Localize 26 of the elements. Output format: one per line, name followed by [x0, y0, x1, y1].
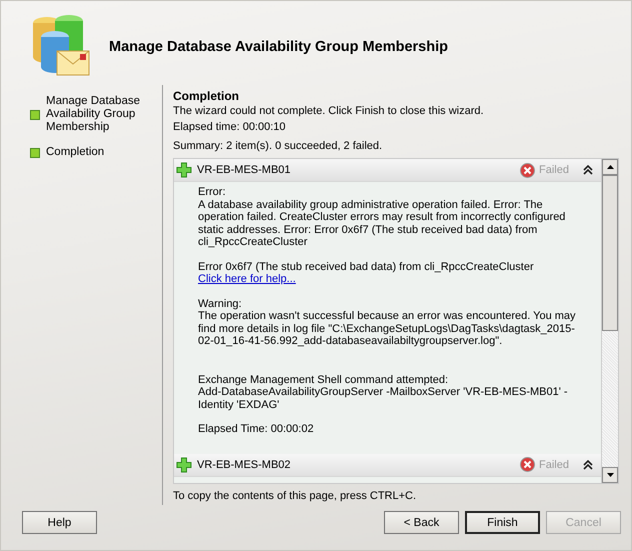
- detail-text: A database availability group administrative operation failed. Error: The operation failed. CreateCluster errors may result from incorrectly configured static addresses. Error: Error 0x6f7 (The stub received bad data) from cli_RpccCreateCluster: [198, 198, 566, 248]
- detail-text: Warning:: [198, 298, 243, 310]
- detail-text: Exchange Management Shell command attempted:: [198, 374, 450, 386]
- detail-text: Elapsed Time: 00:00:02: [198, 423, 315, 436]
- server-name: VR-EB-MES-MB01: [197, 164, 292, 176]
- result-header[interactable]: VR-EB-MES-MB02 Failed: [174, 454, 601, 476]
- detail-text: The operation wasn't successful because an error was encountered. You may find more details in log file "C:\ExchangeSetupLogs\DagTasks\dagtask_2015-02-01_16-41-56.992_add-databaseavailabiltygroupserver.log".: [198, 310, 577, 348]
- detail-text: Error 0x6f7 (The stub received bad data) from cli_RpccCreateCluster: [198, 260, 535, 273]
- summary-text: Summary: 2 item(s). 0 succeeded, 2 failed.: [173, 139, 384, 154]
- server-name: VR-EB-MES-MB02: [197, 458, 292, 470]
- page-heading: Completion: [173, 89, 240, 103]
- copy-hint: To copy the contents of this page, press CTRL+C.: [173, 490, 418, 502]
- status-label: Failed: [539, 164, 569, 176]
- detail-text: Error:: [198, 186, 226, 198]
- window-title: Manage Database Availability Group Membership: [109, 39, 448, 55]
- result-header[interactable]: VR-EB-MES-MB01 Failed: [174, 159, 601, 182]
- wizard-button[interactable]: Help: [22, 511, 97, 534]
- wizard-button[interactable]: < Back: [384, 511, 459, 534]
- help-link[interactable]: Click here for help...: [198, 273, 296, 285]
- wizard-button[interactable]: Finish: [465, 511, 540, 534]
- status-message: The wizard could not complete. Click Finish to close this wizard.: [173, 104, 485, 119]
- step-label: Manage Database Availability Group Membership: [46, 95, 141, 134]
- step-label: Completion: [46, 146, 106, 159]
- status-label: Failed: [539, 458, 569, 470]
- elapsed-time: Elapsed time: 00:00:10: [173, 120, 287, 135]
- detail-text: Add-DatabaseAvailabilityGroupServer -MailboxServer 'VR-EB-MES-MB01' -Identity 'EXDAG': [198, 386, 569, 411]
